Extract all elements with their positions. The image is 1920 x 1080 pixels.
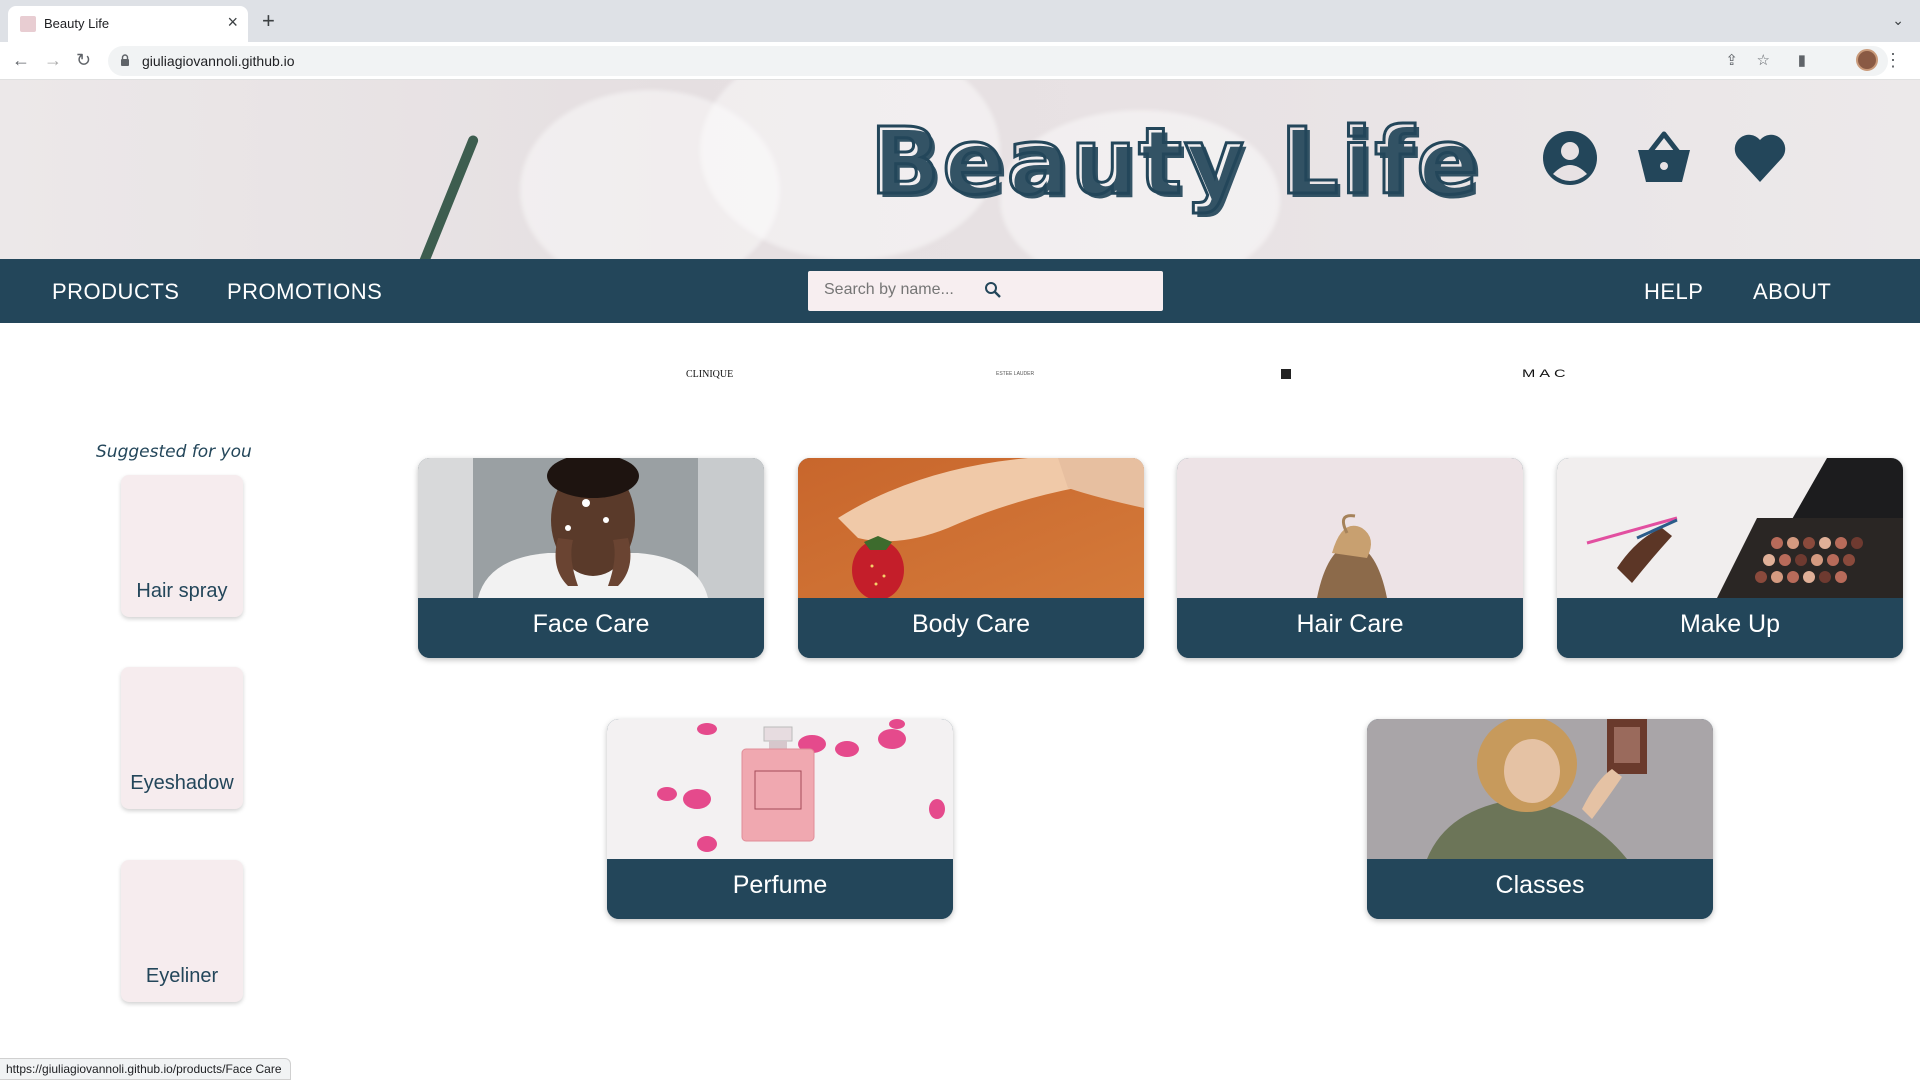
close-icon[interactable]: ×	[227, 12, 238, 32]
face-care-image	[418, 458, 764, 598]
classes-image	[1367, 719, 1713, 859]
search-box	[808, 271, 1163, 311]
heart-icon[interactable]	[1732, 130, 1788, 186]
category-label: Body Care	[798, 598, 1144, 658]
back-icon[interactable]: ←	[12, 48, 30, 72]
nav-link-about[interactable]: ABOUT	[1753, 279, 1831, 305]
category-label: Face Care	[418, 598, 764, 658]
share-icon[interactable]: ⇪	[1725, 51, 1738, 69]
nav-link-help[interactable]: HELP	[1644, 279, 1703, 305]
user-icon[interactable]	[1542, 130, 1598, 186]
browser-tabstrip: Beauty Life × + ⌄	[0, 0, 1920, 42]
basket-icon[interactable]	[1636, 130, 1692, 186]
site-title[interactable]: Beauty Life	[869, 107, 1481, 217]
brand-logo-estee-lauder[interactable]: ESTEE LAUDER	[996, 371, 1034, 377]
search-icon[interactable]	[984, 281, 1002, 299]
category-label: Perfume	[607, 859, 953, 919]
suggested-card-label: Eyeshadow	[130, 772, 234, 794]
sidepanel-icon[interactable]: ▮	[1798, 51, 1806, 69]
brand-logo-mac[interactable]: MAC	[1522, 368, 1570, 381]
category-label: Classes	[1367, 859, 1713, 919]
favicon-icon	[20, 16, 36, 32]
brand-strip: CLINIQUE ESTEE LAUDER MAC	[0, 355, 1920, 395]
suggested-card-label: Hair spray	[136, 580, 228, 602]
category-card-body-care[interactable]: Body Care	[798, 458, 1144, 658]
nav-link-promotions[interactable]: PROMOTIONS	[227, 279, 382, 305]
suggested-card-label: Eyeliner	[145, 965, 219, 987]
category-card-hair-care[interactable]: Hair Care	[1177, 458, 1523, 658]
star-icon[interactable]: ☆	[1757, 51, 1770, 69]
tab-title: Beauty Life	[44, 16, 110, 31]
hero-banner: Beauty Life Beauty Life	[0, 80, 1920, 260]
status-url-bar: https://giuliagiovannoli.github.io/produ…	[0, 1058, 291, 1080]
main-navbar: PRODUCTS PROMOTIONS HELP ABOUT	[0, 259, 1920, 323]
more-menu-icon[interactable]: ⋮	[1884, 50, 1902, 71]
hair-care-image	[1177, 458, 1523, 598]
lock-icon	[121, 54, 129, 66]
address-bar[interactable]: giuliagiovannoli.github.io ⇪ ☆ ▮	[108, 46, 1888, 76]
category-card-make-up[interactable]: Make Up	[1557, 458, 1903, 658]
suggested-card[interactable]: Eyeliner	[121, 860, 243, 1002]
browser-tab[interactable]: Beauty Life ×	[8, 6, 248, 42]
perfume-image	[607, 719, 953, 859]
category-label: Hair Care	[1177, 598, 1523, 658]
brand-logo-clinique[interactable]: CLINIQUE	[686, 369, 733, 380]
nav-link-products[interactable]: PRODUCTS	[52, 279, 179, 305]
url-text: giuliagiovannoli.github.io	[142, 53, 295, 69]
suggested-card[interactable]: Hair spray	[121, 475, 243, 617]
brand-logo-square[interactable]	[1281, 369, 1291, 379]
category-card-classes[interactable]: Classes	[1367, 719, 1713, 919]
forward-icon[interactable]: →	[44, 48, 62, 72]
body-care-image	[798, 458, 1144, 598]
make-up-image	[1557, 458, 1903, 598]
suggested-card[interactable]: Eyeshadow	[121, 667, 243, 809]
category-label: Make Up	[1557, 598, 1903, 658]
category-card-face-care[interactable]: Face Care	[418, 458, 764, 658]
reload-icon[interactable]: ↻	[76, 48, 91, 72]
category-card-perfume[interactable]: Perfume	[607, 719, 953, 919]
stem-decoration	[410, 133, 480, 260]
new-tab-icon[interactable]: +	[262, 10, 275, 32]
browser-toolbar: ← → ↻ giuliagiovannoli.github.io ⇪ ☆ ▮	[0, 42, 1920, 80]
profile-avatar[interactable]	[1856, 49, 1878, 71]
suggested-title: Suggested for you	[96, 442, 252, 462]
search-input[interactable]	[824, 281, 974, 299]
chevron-down-icon[interactable]: ⌄	[1892, 12, 1904, 29]
